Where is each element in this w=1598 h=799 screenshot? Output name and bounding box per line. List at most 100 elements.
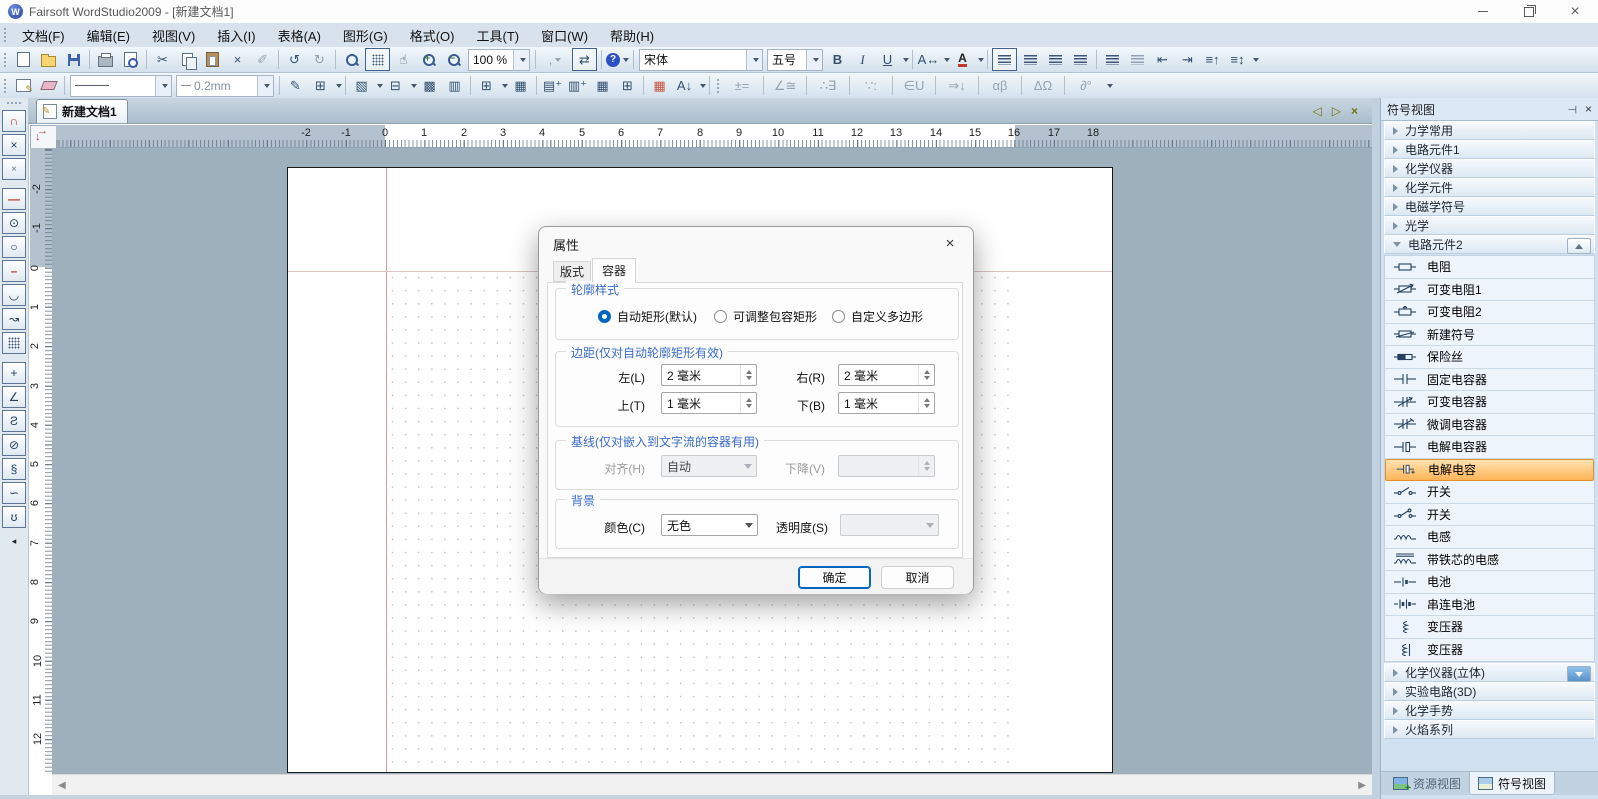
font-name-dropdown[interactable] xyxy=(746,50,762,70)
borders-button[interactable]: ⊞ xyxy=(309,75,332,96)
math-symbols-set-button[interactable]: ∈U xyxy=(897,75,931,96)
paragraph-spacing-button[interactable]: ≡↑ xyxy=(1201,49,1224,70)
shadow-style-button[interactable]: ▧ xyxy=(350,75,373,96)
align-justify-button[interactable] xyxy=(1069,49,1092,70)
pan-hand-button[interactable]: ☝ xyxy=(392,49,415,70)
zoom-level-dropdown[interactable] xyxy=(513,50,529,70)
insert-table-dropdown[interactable] xyxy=(502,84,508,88)
numbered-list-button[interactable] xyxy=(1126,49,1149,70)
format-painter-button[interactable]: ✐ xyxy=(251,49,274,70)
spinner-buttons[interactable] xyxy=(918,393,934,413)
radio-custom-polygon[interactable]: 自定义多边形 xyxy=(832,308,923,325)
toolbar-grip[interactable] xyxy=(3,27,8,43)
ok-button[interactable]: 确定 xyxy=(798,566,871,589)
document-tab[interactable]: 新建文档1 xyxy=(36,99,128,123)
group-chem-gestures[interactable]: 化学手势 xyxy=(1384,701,1595,720)
panel-splitter[interactable] xyxy=(1372,98,1380,799)
symbol-item[interactable]: 电感 xyxy=(1385,526,1594,549)
menu-window[interactable]: 窗口(W) xyxy=(530,23,599,47)
menu-view[interactable]: 视图(V) xyxy=(141,23,206,47)
group-chem-instruments-3d[interactable]: 化学仪器(立体) xyxy=(1384,663,1595,682)
merge-cells-button[interactable]: ⊞ xyxy=(616,75,639,96)
tab-container[interactable]: 容器 xyxy=(592,258,636,283)
angle-tool[interactable]: ∠ xyxy=(2,386,26,408)
tab-resource-view[interactable]: 资源视图 xyxy=(1385,772,1469,795)
radio-auto-rectangle[interactable]: 自动矩形(默认) xyxy=(598,308,697,325)
symbol-item[interactable]: 固定电容器 xyxy=(1385,369,1594,392)
zoom-level-combo[interactable]: 100 % xyxy=(468,49,530,71)
underline-style-dropdown[interactable] xyxy=(903,58,909,62)
bullet-list-button[interactable] xyxy=(1101,49,1124,70)
group-experiment-circuit-3d[interactable]: 实验电路(3D) xyxy=(1384,682,1595,701)
group-optics[interactable]: 光学 xyxy=(1384,216,1595,235)
undo-button[interactable]: ↺ xyxy=(283,49,306,70)
math-symbols-angle-button[interactable]: ∠≅ xyxy=(768,75,802,96)
horizontal-scrollbar[interactable]: ◀ ▶ xyxy=(52,774,1372,795)
menu-edit[interactable]: 编辑(E) xyxy=(76,23,141,47)
grid-toggle-button[interactable] xyxy=(365,48,390,71)
close-tab-button[interactable]: × xyxy=(1351,104,1358,118)
margin-left-input[interactable]: 2 毫米 xyxy=(661,364,757,386)
symbol-item[interactable]: 可变电阻1 xyxy=(1385,279,1594,302)
spinner-buttons[interactable] xyxy=(918,365,934,385)
group-electromagnetics[interactable]: 电磁学符号 xyxy=(1384,197,1595,216)
font-size-dropdown[interactable] xyxy=(806,50,822,70)
margin-right-input[interactable]: 2 毫米 xyxy=(838,364,935,386)
menu-insert[interactable]: 插入(I) xyxy=(206,23,266,47)
symbol-item[interactable]: 可变电阻2 xyxy=(1385,301,1594,324)
help-button[interactable]: ? xyxy=(606,49,629,70)
next-tab-button[interactable]: ▷ xyxy=(1332,104,1341,118)
segment-tool[interactable]: — xyxy=(2,188,26,210)
align-center-button[interactable] xyxy=(1019,49,1042,70)
cancel-button[interactable]: 取消 xyxy=(881,566,954,589)
fill-pattern2-button[interactable]: ▥ xyxy=(443,75,466,96)
delete-button[interactable]: × xyxy=(226,49,249,70)
midpoint-tool[interactable]: – xyxy=(2,260,26,282)
menu-tools[interactable]: 工具(T) xyxy=(465,23,530,47)
toggle-direction-button[interactable]: ⇄ xyxy=(572,48,597,71)
symbol-item[interactable]: 串连电池 xyxy=(1385,594,1594,617)
math-symbols-delta-omega-button[interactable]: ΔΩ xyxy=(1026,75,1060,96)
curve-tool[interactable]: ↝ xyxy=(2,308,26,330)
print-preview-button[interactable] xyxy=(119,49,142,70)
menu-help[interactable]: 帮助(H) xyxy=(599,23,665,47)
draw-line-button[interactable]: ✎ xyxy=(284,75,307,96)
zoom-in-button[interactable]: + xyxy=(417,49,440,70)
symbol-item[interactable]: 可变电容器 xyxy=(1385,391,1594,414)
tab-symbol-view[interactable]: 符号视图 xyxy=(1469,772,1555,795)
character-scale-button[interactable]: A↔ xyxy=(917,49,940,70)
pin-icon[interactable]: ⊤ xyxy=(1566,104,1579,114)
align-objects-button[interactable]: ⊟ xyxy=(384,75,407,96)
toolbar-grip[interactable] xyxy=(3,52,8,68)
more-buttons-dropdown[interactable] xyxy=(1253,58,1259,62)
collapse-arrow-icon[interactable]: ◂ xyxy=(12,536,17,547)
line-spacing-button[interactable]: ≡↕ xyxy=(1226,49,1249,70)
decrease-indent-button[interactable]: ⇤ xyxy=(1151,49,1174,70)
font-color-dropdown[interactable] xyxy=(978,58,984,62)
line-width-combo[interactable]: 0.2mm xyxy=(176,75,274,97)
previous-tab-button[interactable]: ◁ xyxy=(1313,104,1322,118)
close-button[interactable] xyxy=(1552,0,1598,23)
symbol-item[interactable]: 保险丝 xyxy=(1385,346,1594,369)
margin-bottom-input[interactable]: 1 毫米 xyxy=(838,392,935,414)
spinner-buttons[interactable] xyxy=(740,393,756,413)
grid-tool[interactable] xyxy=(2,332,26,354)
delete-point-tool[interactable]: × xyxy=(2,158,26,180)
underline-button[interactable]: U xyxy=(876,49,899,70)
symbol-item[interactable]: 变压器 xyxy=(1385,639,1594,662)
magnet-snap-tool[interactable]: ∩ xyxy=(2,110,26,132)
math-symbols-partial-button[interactable]: ∂° xyxy=(1069,75,1103,96)
group-mechanics[interactable]: 力学常用 xyxy=(1384,121,1595,140)
bold-button[interactable]: B xyxy=(826,49,849,70)
spinner-buttons[interactable] xyxy=(740,365,756,385)
group-chem-elements[interactable]: 化学元件 xyxy=(1384,178,1595,197)
align-objects-dropdown[interactable] xyxy=(411,84,417,88)
circle-tool[interactable]: ○ xyxy=(2,236,26,258)
group-chem-instruments[interactable]: 化学仪器 xyxy=(1384,159,1595,178)
paste-button[interactable] xyxy=(201,49,224,70)
math-symbols-arrow-button[interactable]: ⇒↓ xyxy=(940,75,974,96)
menu-graphics[interactable]: 图形(G) xyxy=(332,23,399,47)
scroll-left-arrow[interactable]: ◀ xyxy=(58,780,66,791)
wave-tool[interactable]: ∽ xyxy=(2,482,26,504)
circle-center-tool[interactable]: ⊙ xyxy=(2,212,26,234)
